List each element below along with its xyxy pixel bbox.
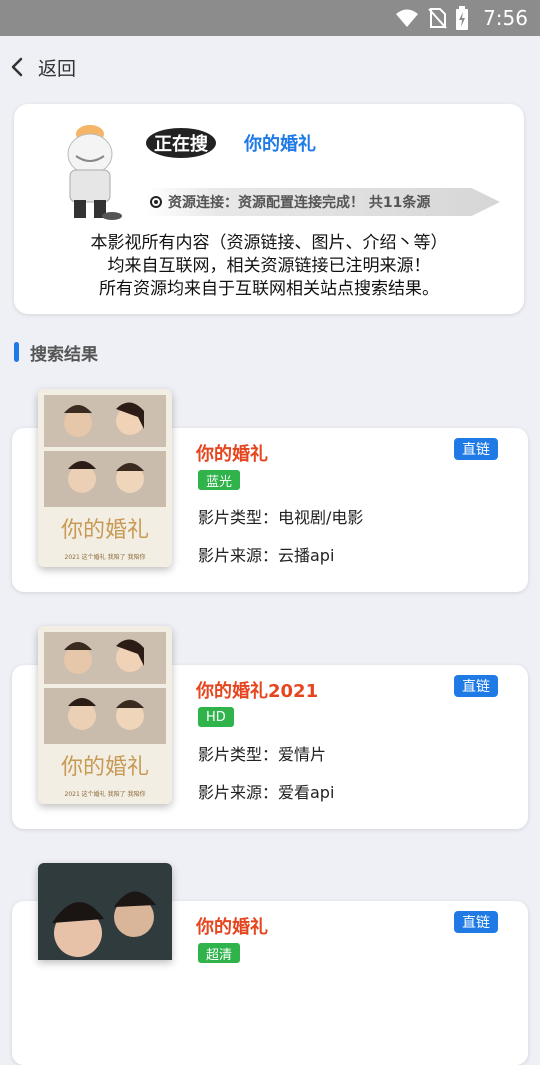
no-sim-icon [428, 8, 447, 29]
poster-image[interactable]: 你的婚礼 2021 这个婚礼 我陪了 我陪你 [38, 626, 172, 804]
quality-badge: HD [198, 707, 234, 727]
poster-art [38, 863, 172, 960]
disclaimer: 本影视所有内容（资源链接、图片、介绍丶等） 均来自互联网，相关资源链接已注明来源… [14, 232, 524, 301]
poster-image[interactable]: 你的婚礼 2021 这个婚礼 我陪了 我陪你 [38, 389, 172, 567]
poster-title: 你的婚礼 [61, 755, 149, 780]
status-icons: 7:56 [395, 5, 528, 31]
disclaimer-line: 均来自互联网，相关资源链接已注明来源！ [107, 256, 431, 276]
poster-art: 你的婚礼 2021 这个婚礼 我陪了 我陪你 [38, 389, 172, 567]
section-accent-bar [14, 342, 19, 362]
mascot-image [67, 125, 122, 220]
result-source: 影片来源：爱看api [198, 783, 335, 802]
disclaimer-line: 本影视所有内容（资源链接、图片、介绍丶等） [90, 233, 448, 253]
link-type-badge: 直链 [454, 911, 498, 933]
poster-title: 你的婚礼 [61, 518, 149, 543]
poster-caption: 2021 这个婚礼 我陪了 我陪你 [65, 553, 146, 561]
searching-badge: 正在搜 [146, 128, 216, 158]
disclaimer-line: 所有资源均来自于互联网相关站点搜索结果。 [99, 279, 439, 299]
result-title: 你的婚礼 [196, 917, 268, 938]
connection-icon [150, 196, 162, 208]
search-info-card: 正在搜 你的婚礼 资源连接：资源配置连接完成！ 共11条源 本影视所有内容（资源… [14, 104, 524, 314]
battery-charging-icon [456, 6, 469, 30]
section-title: 搜索结果 [30, 345, 98, 365]
chevron-left-icon [11, 57, 23, 77]
poster-image[interactable] [38, 863, 172, 960]
result-title: 你的婚礼2021 [196, 681, 319, 702]
back-button[interactable]: 返回 [10, 50, 120, 84]
link-type-badge: 直链 [454, 675, 498, 697]
connection-status-text: 资源连接：资源配置连接完成！ 共11条源 [168, 195, 431, 211]
back-label: 返回 [38, 57, 77, 80]
poster-art: 你的婚礼 2021 这个婚礼 我陪了 我陪你 [38, 626, 172, 804]
status-time: 7:56 [483, 6, 528, 30]
result-type: 影片类型：电视剧/电影 [198, 508, 364, 527]
result-type: 影片类型：爱情片 [198, 745, 327, 764]
quality-badge: 超清 [198, 943, 241, 963]
top-bar: 返回 [0, 36, 540, 96]
wifi-icon [396, 9, 419, 27]
connection-status-bar: 资源连接：资源配置连接完成！ 共11条源 [146, 188, 500, 216]
search-query: 你的婚礼 [244, 134, 316, 155]
link-type-badge: 直链 [454, 438, 498, 460]
result-title: 你的婚礼 [196, 444, 268, 465]
result-source: 影片来源：云播api [198, 546, 335, 565]
status-bar: 7:56 [0, 0, 540, 36]
poster-caption: 2021 这个婚礼 我陪了 我陪你 [65, 790, 146, 798]
quality-badge: 蓝光 [198, 470, 241, 490]
